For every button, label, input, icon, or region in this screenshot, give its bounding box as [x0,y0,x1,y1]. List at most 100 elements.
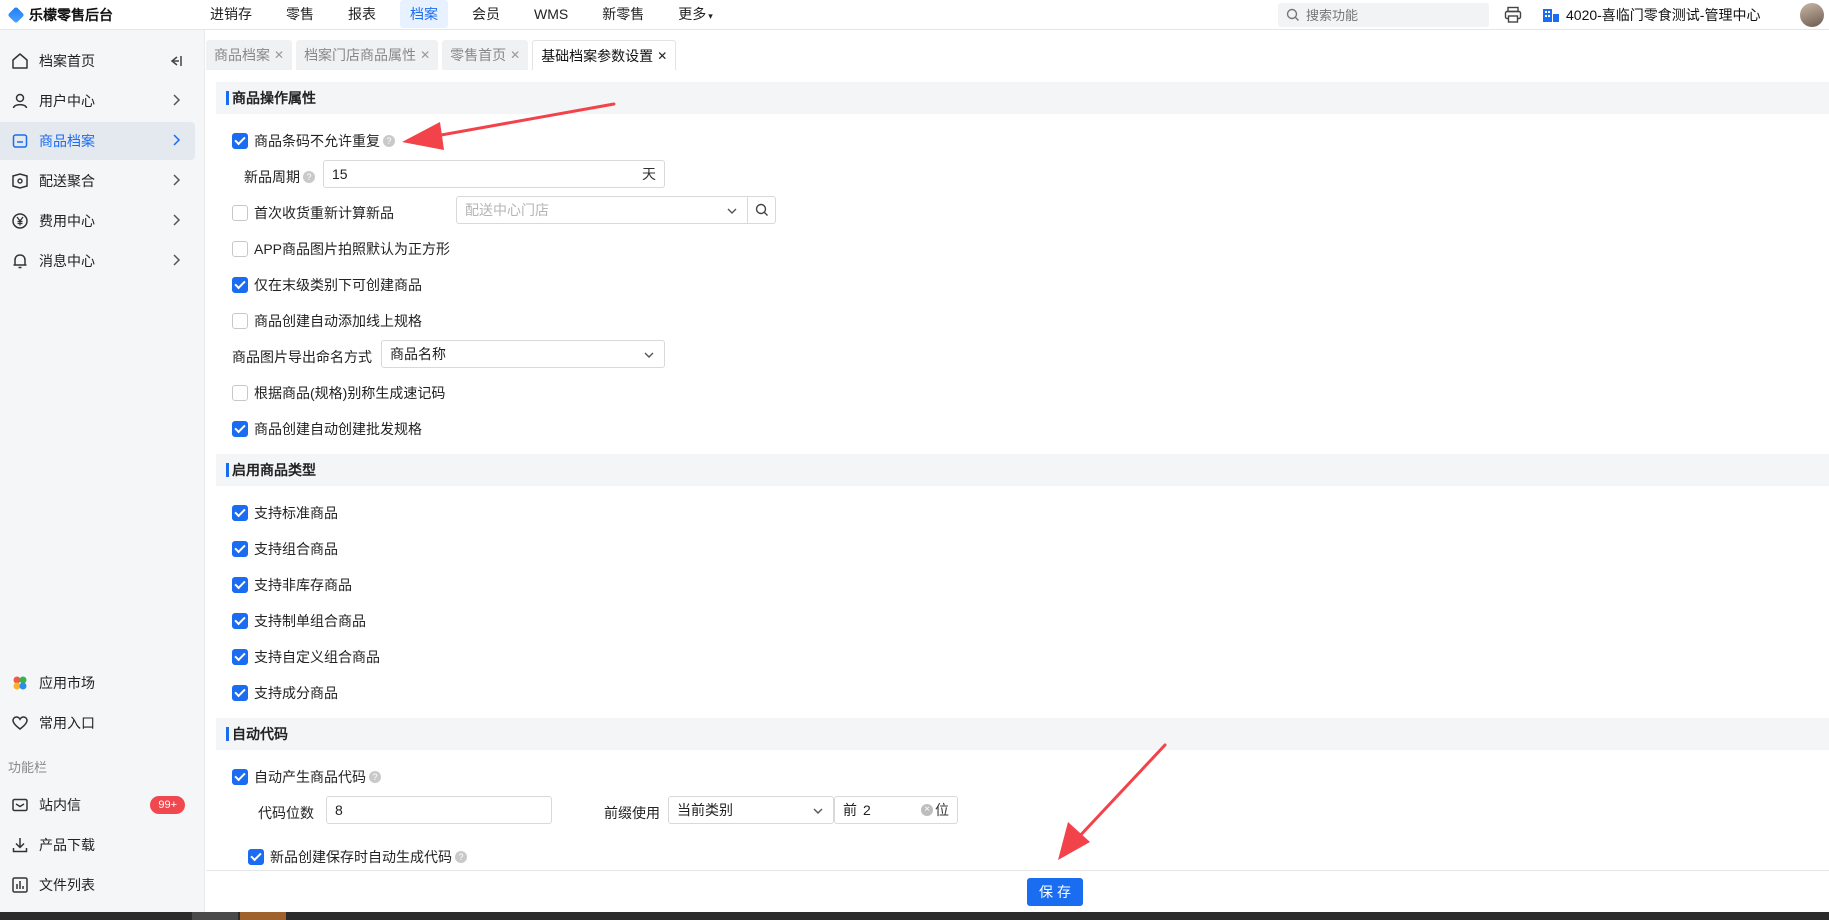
close-icon[interactable]: ✕ [510,40,520,70]
option-square-photo[interactable]: APP商品图片拍照默认为正方形 [232,239,450,259]
tab-store-product-attr[interactable]: 档案门店商品属性 ✕ [296,40,439,70]
option-type-ingredient[interactable]: 支持成分商品 [232,683,338,703]
help-icon[interactable]: ? [369,771,381,783]
checkbox-type-custom-combo[interactable] [232,649,248,665]
close-icon[interactable]: ✕ [274,40,284,70]
page-tabs: 商品档案 ✕ 档案门店商品属性 ✕ 零售首页 ✕ 基础档案参数设置 ✕ [206,40,677,71]
export-naming-select[interactable]: 商品名称 [381,340,665,368]
checkbox-type-ingredient[interactable] [232,685,248,701]
sidebar-item-label: 商品档案 [39,133,95,149]
option-leaf-only[interactable]: 仅在末级类别下可创建商品 [232,275,422,295]
heart-icon [10,713,30,733]
checkbox-auto-generate[interactable] [232,769,248,785]
checkbox-type-non-stock[interactable] [232,577,248,593]
download-icon [10,835,30,855]
help-icon[interactable]: ? [455,851,467,863]
checkbox-barcode-unique[interactable] [232,133,248,149]
checkbox-leaf-only[interactable] [232,277,248,293]
store-select[interactable]: 配送中心门店 [456,196,748,224]
taskbar-item[interactable] [192,912,238,920]
product-icon [10,131,30,151]
chevron-right-icon [173,254,181,266]
prefix-select[interactable]: 当前类别 [668,796,834,824]
clear-icon[interactable]: × [921,804,933,816]
option-label: 仅在末级类别下可创建商品 [254,277,422,293]
option-label: 新品创建保存时自动生成代码 [270,849,452,865]
collapse-sidebar-icon[interactable] [167,53,183,69]
unread-badge: 99+ [150,796,185,814]
option-type-custom-combo[interactable]: 支持自定义组合商品 [232,647,380,667]
checkbox-wholesale-spec[interactable] [232,421,248,437]
save-button[interactable]: 保存 [1027,878,1083,906]
store-select-placeholder: 配送中心门店 [465,202,549,218]
close-icon[interactable]: ✕ [420,40,430,70]
sidebar-item-cost-center[interactable]: 费用中心 [0,202,195,240]
prefix-label: 前缀使用 [604,805,660,821]
help-icon[interactable]: ? [383,135,395,147]
topnav-wms[interactable]: WMS [524,0,578,28]
section-header-auto-code: 自动代码 [216,718,1829,750]
prefix-length-unit: 位 [935,802,949,818]
option-type-combo[interactable]: 支持组合商品 [232,539,338,559]
option-code-on-save[interactable]: 新品创建保存时自动生成代码 ? [248,847,467,867]
sidebar-item-app-market[interactable]: 应用市场 [0,664,195,702]
brand[interactable]: 乐檬零售后台 [7,5,113,25]
topnav-dangan[interactable]: 档案 [400,0,448,28]
option-recalc-new[interactable]: 首次收货重新计算新品 [232,203,394,223]
prefix-label-row: 前缀使用 [604,803,660,823]
tab-retail-home[interactable]: 零售首页 ✕ [442,40,529,70]
topnav-more[interactable]: 更多 ▾ [668,0,723,28]
sidebar-item-favorites[interactable]: 常用入口 [0,704,195,742]
printer-icon[interactable] [1503,5,1523,25]
prefix-length-pre: 前 [843,802,857,818]
option-auto-spec[interactable]: 商品创建自动添加线上规格 [232,311,422,331]
taskbar-item[interactable] [240,912,286,920]
topnav-lingshou[interactable]: 零售 [276,0,324,28]
sidebar-item-file-list[interactable]: 文件列表 [0,866,195,904]
sidebar-item-delivery[interactable]: 配送聚合 [0,162,195,200]
option-auto-generate[interactable]: 自动产生商品代码 ? [232,767,381,787]
caret-down-icon: ▾ [708,11,713,21]
code-digits-input[interactable]: 8 [326,796,552,824]
topnav-xinlingshou[interactable]: 新零售 [592,0,654,28]
checkbox-code-on-save[interactable] [248,849,264,865]
sidebar-item-home[interactable]: 档案首页 [0,42,195,80]
option-type-order-combo[interactable]: 支持制单组合商品 [232,611,366,631]
prefix-length-input[interactable]: 前 2 × 位 [834,796,958,824]
topnav-baobiao[interactable]: 报表 [338,0,386,28]
chevron-right-icon [173,174,181,186]
avatar[interactable] [1800,3,1824,27]
checkbox-type-standard[interactable] [232,505,248,521]
sidebar-item-product-download[interactable]: 产品下载 [0,826,195,864]
checkbox-type-combo[interactable] [232,541,248,557]
topnav-jinxiaocun[interactable]: 进销存 [200,0,262,28]
sidebar-item-product-archive[interactable]: 商品档案 [0,122,195,160]
option-type-standard[interactable]: 支持标准商品 [232,503,338,523]
tab-basic-params[interactable]: 基础档案参数设置 ✕ [532,40,677,71]
option-alias-code[interactable]: 根据商品(规格)别称生成速记码 [232,383,445,403]
option-wholesale-spec[interactable]: 商品创建自动创建批发规格 [232,419,422,439]
sidebar-item-message-center[interactable]: 消息中心 [0,242,195,280]
checkbox-type-order-combo[interactable] [232,613,248,629]
close-icon[interactable]: ✕ [657,41,667,71]
tab-product-archive[interactable]: 商品档案 ✕ [206,40,293,70]
sidebar-item-inbox[interactable]: 站内信 99+ [0,786,195,824]
option-barcode-unique[interactable]: 商品条码不允许重复 ? [232,131,395,151]
checkbox-alias-code[interactable] [232,385,248,401]
checkbox-square-photo[interactable] [232,241,248,257]
new-period-input[interactable]: 15 天 [323,160,665,188]
option-type-non-stock[interactable]: 支持非库存商品 [232,575,352,595]
delivery-icon [10,171,30,191]
top-nav: 进销存 零售 报表 档案 会员 WMS 新零售 更多 ▾ [200,0,737,30]
topnav-huiyuan[interactable]: 会员 [462,0,510,28]
checkbox-recalc-new[interactable] [232,205,248,221]
help-icon[interactable]: ? [303,171,315,183]
search-box[interactable] [1278,3,1489,27]
sidebar-item-user-center[interactable]: 用户中心 [0,82,195,120]
store-switcher[interactable]: 4020-喜临门零食测试-管理中心 [1542,5,1760,25]
sidebar-item-label: 文件列表 [39,877,95,893]
option-label: 支持非库存商品 [254,577,352,593]
search-input[interactable] [1306,7,1476,23]
store-search-button[interactable] [748,196,776,224]
checkbox-auto-spec[interactable] [232,313,248,329]
